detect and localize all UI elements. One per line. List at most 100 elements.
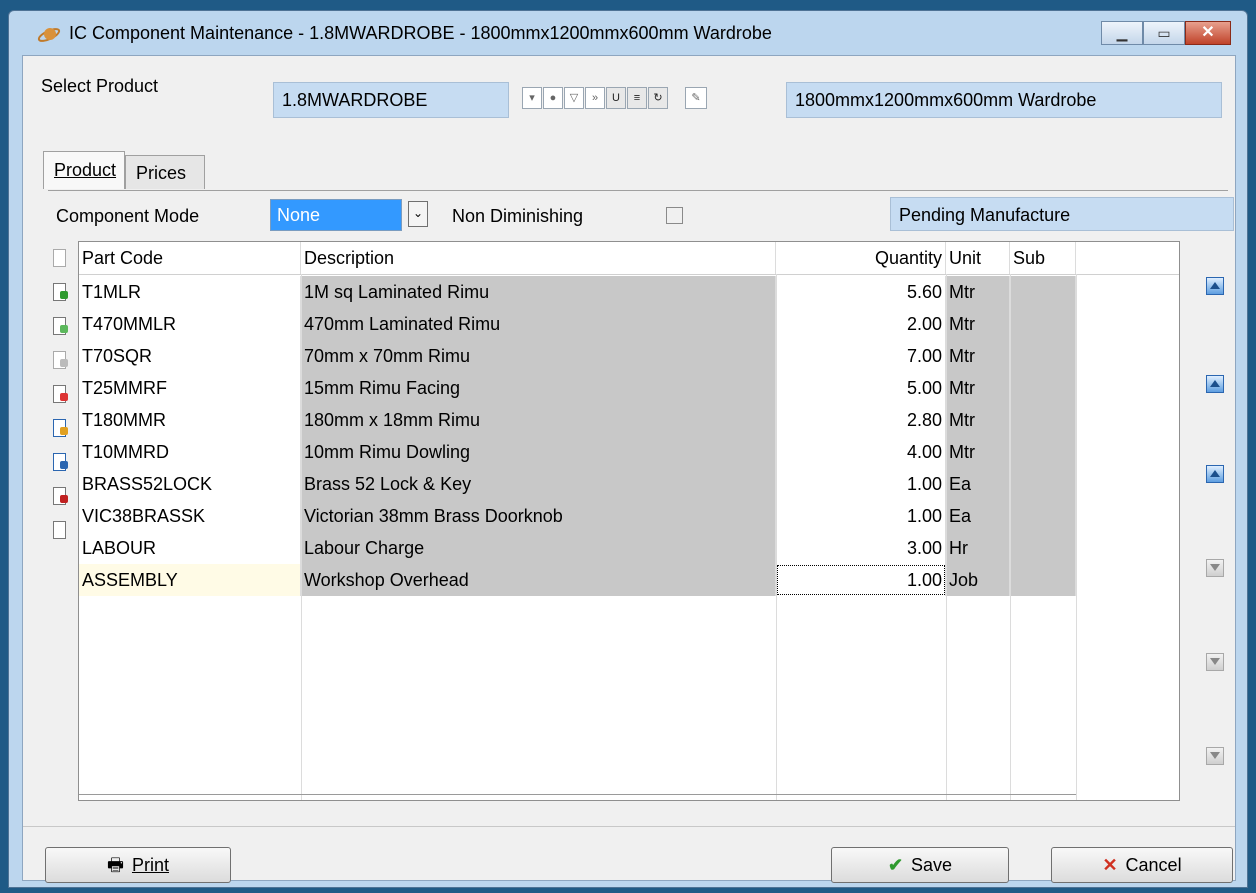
part-code-cell[interactable]: BRASS52LOCK bbox=[79, 468, 301, 500]
select-product-label: Select Product bbox=[41, 76, 159, 96]
table-row[interactable]: LABOUR Labour Charge 3.00 Hr bbox=[79, 532, 1179, 564]
add-row-icon[interactable] bbox=[52, 283, 70, 305]
tab-prices[interactable]: Prices bbox=[125, 155, 205, 189]
maximize-button[interactable]: ▭ bbox=[1143, 21, 1185, 45]
part-code-cell[interactable]: T1MLR bbox=[79, 276, 301, 308]
table-row[interactable]: T25MMRF 15mm Rimu Facing 5.00 Mtr bbox=[79, 372, 1179, 404]
description-cell: 70mm x 70mm Rimu bbox=[301, 340, 776, 372]
minimize-icon: ▁ bbox=[1116, 25, 1128, 41]
quantity-cell[interactable]: 5.60 bbox=[776, 276, 946, 308]
insert-row-icon[interactable] bbox=[52, 317, 70, 339]
minimize-button[interactable]: ▁ bbox=[1101, 21, 1143, 45]
filter-icon[interactable]: ▽ bbox=[564, 87, 584, 109]
table-row[interactable]: T70SQR 70mm x 70mm Rimu 7.00 Mtr bbox=[79, 340, 1179, 372]
previous-record-icon[interactable] bbox=[1206, 465, 1224, 483]
last-record-icon[interactable] bbox=[1206, 747, 1224, 765]
quantity-cell[interactable]: 1.00 bbox=[776, 468, 946, 500]
table-row[interactable]: ASSEMBLY Workshop Overhead 1.00 Job bbox=[79, 564, 1179, 596]
unit-cell: Mtr bbox=[946, 276, 1010, 308]
sub-cell bbox=[1010, 500, 1076, 532]
quantity-cell[interactable]: 5.00 bbox=[776, 372, 946, 404]
title-bar[interactable]: IC Component Maintenance - 1.8MWARDROBE … bbox=[9, 11, 1247, 55]
part-code-cell[interactable]: T70SQR bbox=[79, 340, 301, 372]
refresh-icon[interactable]: ↻ bbox=[648, 87, 668, 109]
col-sub[interactable]: Sub bbox=[1010, 242, 1076, 274]
part-code-cell[interactable]: T25MMRF bbox=[79, 372, 301, 404]
description-cell: 10mm Rimu Dowling bbox=[301, 436, 776, 468]
quantity-cell[interactable]: 2.80 bbox=[776, 404, 946, 436]
col-description[interactable]: Description bbox=[301, 242, 776, 274]
quantity-cell[interactable]: 7.00 bbox=[776, 340, 946, 372]
part-code-cell[interactable]: LABOUR bbox=[79, 532, 301, 564]
col-quantity[interactable]: Quantity bbox=[776, 242, 946, 274]
delete-row-icon[interactable] bbox=[52, 385, 70, 407]
expand-icon[interactable]: » bbox=[585, 87, 605, 109]
non-diminishing-checkbox[interactable] bbox=[666, 207, 683, 224]
sub-cell bbox=[1010, 340, 1076, 372]
part-code-cell[interactable]: T470MMLR bbox=[79, 308, 301, 340]
client-area: Select Product 1.8MWARDROBE ▾ ● ▽ » U ≡ … bbox=[22, 55, 1236, 883]
table-row[interactable]: VIC38BRASSK Victorian 38mm Brass Doorkno… bbox=[79, 500, 1179, 532]
col-unit[interactable]: Unit bbox=[946, 242, 1010, 274]
table-row[interactable]: T1MLR 1M sq Laminated Rimu 5.60 Mtr bbox=[79, 276, 1179, 308]
print-button[interactable]: 🖶 Print bbox=[45, 847, 231, 883]
quantity-cell[interactable]: 3.00 bbox=[776, 532, 946, 564]
sub-cell bbox=[1010, 308, 1076, 340]
sub-cell bbox=[1010, 468, 1076, 500]
notes-icon[interactable]: ≡ bbox=[627, 87, 647, 109]
component-mode-select[interactable]: None bbox=[270, 199, 402, 231]
table-row[interactable]: BRASS52LOCK Brass 52 Lock & Key 1.00 Ea bbox=[79, 468, 1179, 500]
product-code-field[interactable]: 1.8MWARDROBE bbox=[273, 82, 509, 118]
close-button[interactable]: ✕ bbox=[1185, 21, 1231, 45]
sub-cell bbox=[1010, 564, 1076, 596]
description-cell: Brass 52 Lock & Key bbox=[301, 468, 776, 500]
description-cell: 1M sq Laminated Rimu bbox=[301, 276, 776, 308]
first-record-icon[interactable] bbox=[1206, 277, 1224, 295]
description-cell: Victorian 38mm Brass Doorknob bbox=[301, 500, 776, 532]
edit-row-icon[interactable] bbox=[52, 419, 70, 441]
move-row-icon[interactable] bbox=[52, 351, 70, 373]
col-part-code[interactable]: Part Code bbox=[79, 242, 301, 274]
tab-product[interactable]: Product bbox=[43, 151, 125, 189]
description-cell: Labour Charge bbox=[301, 532, 776, 564]
save-button[interactable]: ✔ Save bbox=[831, 847, 1009, 883]
quantity-cell[interactable]: 2.00 bbox=[776, 308, 946, 340]
quantity-cell[interactable]: 1.00 bbox=[776, 564, 946, 596]
grid-vline bbox=[301, 274, 302, 800]
component-mode-label: Component Mode bbox=[56, 206, 200, 226]
unit-cell: Mtr bbox=[946, 404, 1010, 436]
part-code-cell[interactable]: T180MMR bbox=[79, 404, 301, 436]
part-code-cell[interactable]: T10MMRD bbox=[79, 436, 301, 468]
quantity-cell[interactable]: 4.00 bbox=[776, 436, 946, 468]
non-diminishing-label: Non Diminishing bbox=[452, 206, 584, 226]
copy-icon[interactable] bbox=[52, 249, 70, 271]
table-row[interactable]: T470MMLR 470mm Laminated Rimu 2.00 Mtr bbox=[79, 308, 1179, 340]
sort-icon[interactable] bbox=[52, 453, 70, 475]
table-row[interactable]: T180MMR 180mm x 18mm Rimu 2.80 Mtr bbox=[79, 404, 1179, 436]
chevron-down-icon[interactable]: ⌄ bbox=[408, 201, 428, 227]
quantity-cell[interactable]: 1.00 bbox=[776, 500, 946, 532]
part-code-cell[interactable]: ASSEMBLY bbox=[79, 564, 301, 596]
components-grid[interactable]: Part Code Description Quantity Unit Sub … bbox=[78, 241, 1180, 801]
magnet-icon[interactable]: U bbox=[606, 87, 626, 109]
pin-icon[interactable]: ● bbox=[543, 87, 563, 109]
table-row[interactable]: T10MMRD 10mm Rimu Dowling 4.00 Mtr bbox=[79, 436, 1179, 468]
part-code-cell[interactable]: VIC38BRASSK bbox=[79, 500, 301, 532]
grid-bottom-line bbox=[79, 794, 1076, 795]
product-description-field[interactable]: 1800mmx1200mmx600mm Wardrobe bbox=[786, 82, 1222, 118]
page-up-icon[interactable] bbox=[1206, 375, 1224, 393]
grid-vline bbox=[1076, 274, 1077, 800]
unit-cell: Mtr bbox=[946, 340, 1010, 372]
next-record-icon[interactable] bbox=[1206, 559, 1224, 577]
list-icon[interactable] bbox=[52, 521, 70, 543]
planet-icon bbox=[37, 28, 61, 42]
button-bar: 🖶 Print ✔ Save ✕ Cancel bbox=[23, 826, 1235, 883]
page-down-icon[interactable] bbox=[1206, 653, 1224, 671]
cancel-button[interactable]: ✕ Cancel bbox=[1051, 847, 1233, 883]
edit-icon[interactable]: ✎ bbox=[685, 87, 707, 109]
sub-cell bbox=[1010, 532, 1076, 564]
product-tab-panel: Component Mode None ⌄ Non Diminishing Pe… bbox=[48, 190, 1234, 857]
dropdown-icon[interactable]: ▾ bbox=[522, 87, 542, 109]
header-divider bbox=[79, 274, 1179, 275]
import-icon[interactable] bbox=[52, 487, 70, 509]
